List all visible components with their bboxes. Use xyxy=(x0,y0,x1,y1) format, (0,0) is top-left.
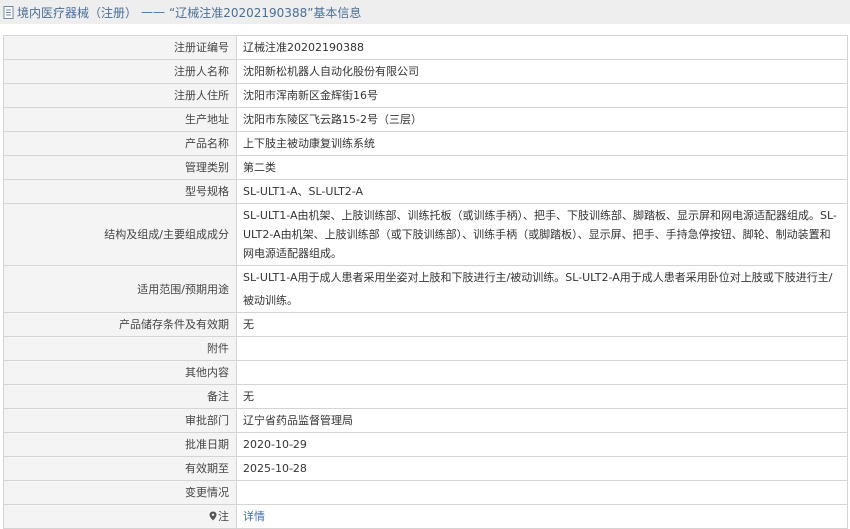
table-row: 生产地址 沈阳市东陵区飞云路15-2号（三层） xyxy=(3,107,848,132)
row-label: 产品名称 xyxy=(3,131,237,156)
table-row: 管理类别 第二类 xyxy=(3,155,848,180)
row-value: 沈阳市浑南新区金辉街16号 xyxy=(236,83,848,108)
row-value xyxy=(236,360,848,385)
table-row: 备注 无 xyxy=(3,384,848,409)
header-separator: —— xyxy=(141,5,166,19)
table-row: 结构及组成/主要组成成分 SL-ULT1-A由机架、上肢训练部、训练托板（或训练… xyxy=(3,203,848,266)
table-row: 变更情况 xyxy=(3,480,848,505)
row-value: SL-ULT1-A由机架、上肢训练部、训练托板（或训练手柄）、把手、下肢训练部、… xyxy=(236,203,848,266)
info-container: 注册证编号 辽械注准20202190388 注册人名称 沈阳新松机器人自动化股份… xyxy=(0,24,850,529)
table-row: 附件 xyxy=(3,336,848,361)
table-row: 注 详情 xyxy=(3,504,848,529)
row-label-note: 注 xyxy=(3,504,237,529)
header-category: 境内医疗器械（注册） xyxy=(17,5,138,20)
row-label: 注册人名称 xyxy=(3,59,237,84)
header-title: “辽械注准20202190388”基本信息 xyxy=(169,5,362,20)
row-label: 结构及组成/主要组成成分 xyxy=(3,203,237,266)
table-row: 注册人住所 沈阳市浑南新区金辉街16号 xyxy=(3,83,848,108)
table-row: 有效期至 2025-10-28 xyxy=(3,456,848,481)
row-label: 附件 xyxy=(3,336,237,361)
row-label: 审批部门 xyxy=(3,408,237,433)
row-label: 管理类别 xyxy=(3,155,237,180)
row-label: 型号规格 xyxy=(3,179,237,204)
row-value: 2020-10-29 xyxy=(236,432,848,457)
page-header: 境内医疗器械（注册） —— “辽械注准20202190388”基本信息 xyxy=(0,0,850,24)
table-row: 产品名称 上下肢主被动康复训练系统 xyxy=(3,131,848,156)
table-row: 注册证编号 辽械注准20202190388 xyxy=(3,35,848,60)
row-value: 上下肢主被动康复训练系统 xyxy=(236,131,848,156)
row-value: 沈阳新松机器人自动化股份有限公司 xyxy=(236,59,848,84)
row-value: 辽宁省药品监督管理局 xyxy=(236,408,848,433)
row-label: 有效期至 xyxy=(3,456,237,481)
row-label: 产品储存条件及有效期 xyxy=(3,312,237,337)
row-value: 详情 xyxy=(236,504,848,529)
row-value: 无 xyxy=(236,312,848,337)
row-value: 第二类 xyxy=(236,155,848,180)
device-info-table: 注册证编号 辽械注准20202190388 注册人名称 沈阳新松机器人自动化股份… xyxy=(3,35,848,529)
row-label: 备注 xyxy=(3,384,237,409)
row-label: 注册人住所 xyxy=(3,83,237,108)
row-value: 辽械注准20202190388 xyxy=(236,35,848,60)
row-label: 生产地址 xyxy=(3,107,237,132)
table-row: 适用范围/预期用途 SL-ULT1-A用于成人患者采用坐姿对上肢和下肢进行主/被… xyxy=(3,265,848,313)
table-row: 其他内容 xyxy=(3,360,848,385)
row-value: 无 xyxy=(236,384,848,409)
table-row: 产品储存条件及有效期 无 xyxy=(3,312,848,337)
location-pin-icon xyxy=(209,511,217,521)
document-icon xyxy=(3,5,14,19)
table-row: 型号规格 SL-ULT1-A、SL-ULT2-A xyxy=(3,179,848,204)
detail-link[interactable]: 详情 xyxy=(243,510,265,523)
row-label: 注册证编号 xyxy=(3,35,237,60)
table-row: 批准日期 2020-10-29 xyxy=(3,432,848,457)
row-label: 变更情况 xyxy=(3,480,237,505)
row-value xyxy=(236,480,848,505)
note-label: 注 xyxy=(218,510,229,523)
row-label: 批准日期 xyxy=(3,432,237,457)
row-label: 其他内容 xyxy=(3,360,237,385)
row-value: 沈阳市东陵区飞云路15-2号（三层） xyxy=(236,107,848,132)
row-label: 适用范围/预期用途 xyxy=(3,265,237,313)
table-row: 审批部门 辽宁省药品监督管理局 xyxy=(3,408,848,433)
row-value: 2025-10-28 xyxy=(236,456,848,481)
row-value: SL-ULT1-A用于成人患者采用坐姿对上肢和下肢进行主/被动训练。SL-ULT… xyxy=(236,265,848,313)
row-value: SL-ULT1-A、SL-ULT2-A xyxy=(236,179,848,204)
row-value xyxy=(236,336,848,361)
table-row: 注册人名称 沈阳新松机器人自动化股份有限公司 xyxy=(3,59,848,84)
